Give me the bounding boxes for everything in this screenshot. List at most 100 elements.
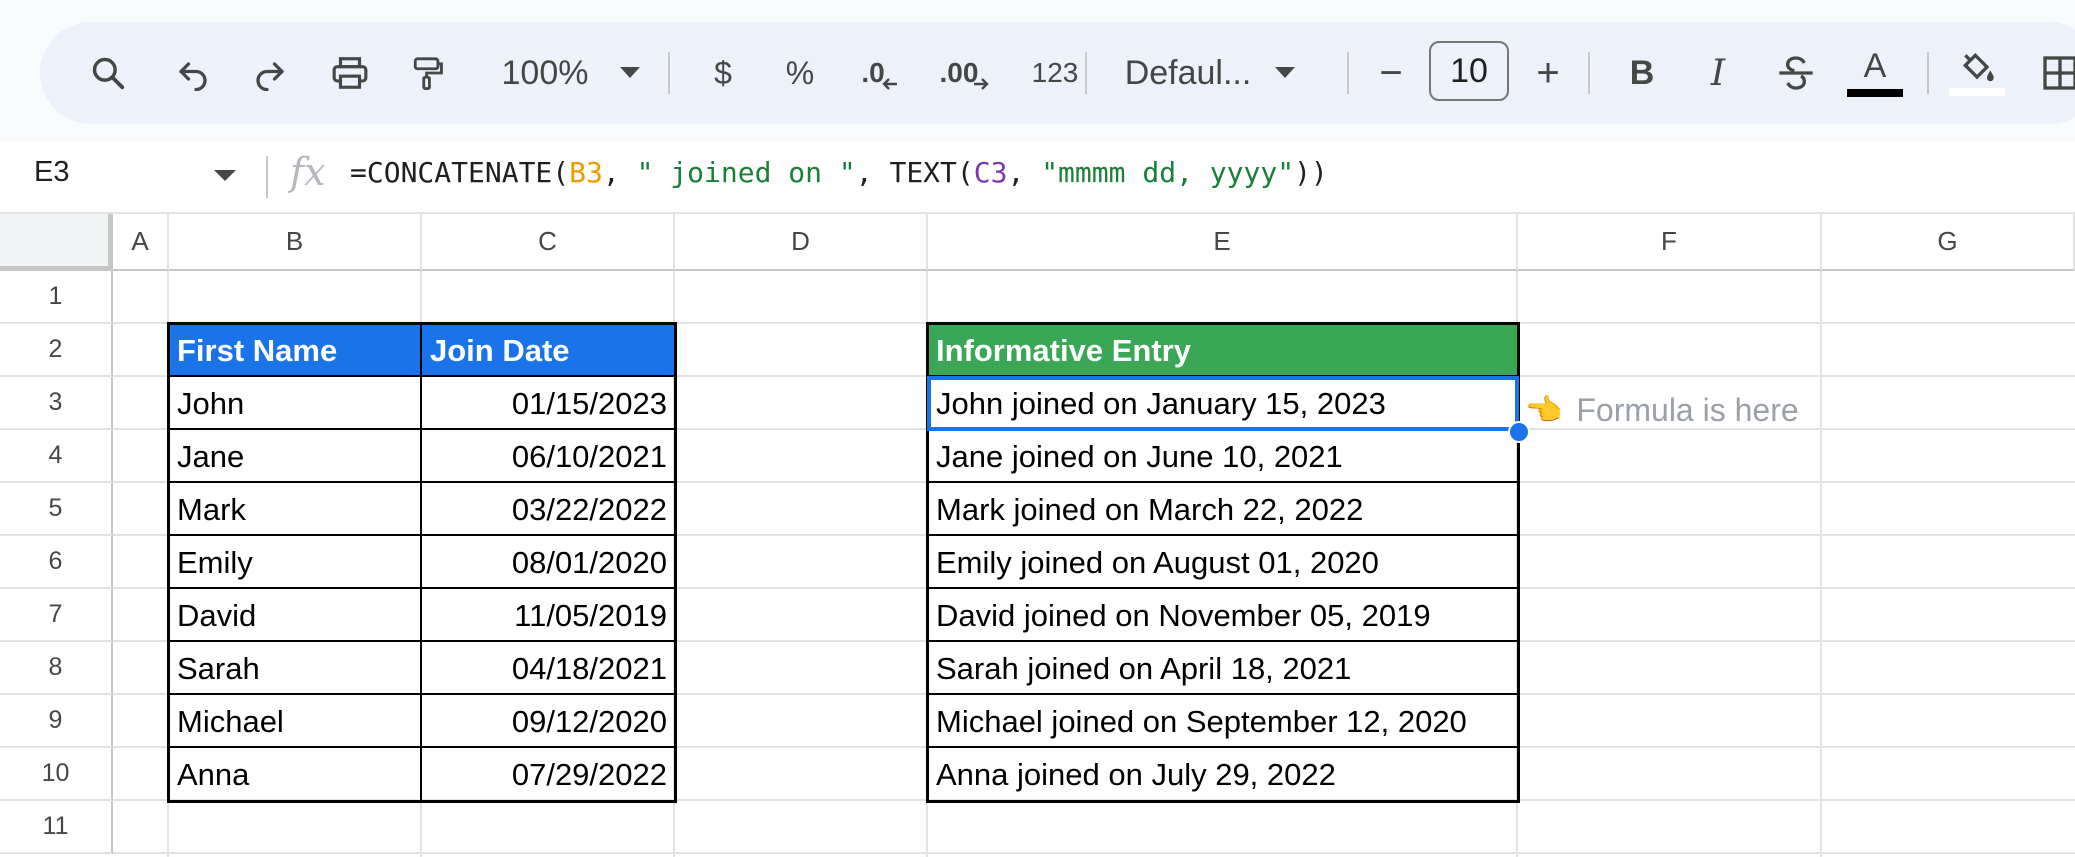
header-informative-entry[interactable]: Informative Entry [928,324,1518,377]
row-header-3[interactable]: 3 [0,377,113,430]
cell-join-date[interactable]: 03/22/2022 [422,483,675,536]
toolbar-divider [668,52,670,94]
cell-join-date[interactable]: 04/18/2021 [422,642,675,695]
italic-label: I [1710,52,1726,94]
row-header-6[interactable]: 6 [0,536,113,589]
number-format-label: 123 [1031,57,1079,88]
formula-bar: E3 fx =CONCATENATE(B3, " joined on ", TE… [0,142,2075,214]
cell-informative-entry[interactable]: Anna joined on July 29, 2022 [928,748,1518,801]
cell-first-name[interactable]: Emily [169,536,422,589]
column-header-e[interactable]: E [928,214,1518,271]
formula-annotation: 👈 Formula is here [1525,385,1799,435]
percent-label: % [785,54,815,91]
font-family-select[interactable]: Defaul... [1118,22,1258,124]
select-all-corner[interactable] [0,214,113,271]
row-header-1[interactable]: 1 [0,271,113,324]
row-header-11[interactable]: 11 [0,801,113,854]
cell-first-name[interactable]: Sarah [169,642,422,695]
arrow-left-icon [881,78,897,90]
cell-first-name[interactable]: Anna [169,748,422,801]
formula-part: , [602,156,637,189]
text-color-label: A [1863,47,1887,85]
cell-informative-entry[interactable]: Mark joined on March 22, 2022 [928,483,1518,536]
cell-join-date[interactable]: 06/10/2021 [422,430,675,483]
gridline [113,852,2075,854]
row-header-2[interactable]: 2 [0,324,113,377]
bold-icon[interactable]: B [1614,22,1670,124]
font-size-input[interactable]: 10 [1429,41,1509,101]
row-header-4[interactable]: 4 [0,430,113,483]
zoom-select[interactable]: 100% [485,22,605,124]
toolbar-divider [1927,52,1929,94]
fill-color-icon[interactable] [1945,22,2009,124]
row-header-9[interactable]: 9 [0,695,113,748]
column-header-d[interactable]: D [675,214,928,271]
row-header-8[interactable]: 8 [0,642,113,695]
table1-divider [169,587,675,589]
row-header-7[interactable]: 7 [0,589,113,642]
zoom-caret-icon[interactable] [610,22,650,124]
cell-informative-entry[interactable]: Jane joined on June 10, 2021 [928,430,1518,483]
cell-join-date[interactable]: 07/29/2022 [422,748,675,801]
header-join-date[interactable]: Join Date [422,324,675,377]
column-header-b[interactable]: B [169,214,422,271]
formula-part: , [1007,156,1042,189]
text-color-swatch [1847,89,1903,97]
cell-join-date[interactable]: 11/05/2019 [422,589,675,642]
formula-part: )) [1294,156,1328,189]
currency-label: $ [714,54,732,91]
header-first-name[interactable]: First Name [169,324,422,377]
increase-decimal-button[interactable]: .00 [930,22,1000,124]
name-box-caret-icon[interactable] [214,170,236,181]
italic-icon[interactable]: I [1690,22,1746,124]
strikethrough-icon[interactable] [1768,22,1824,124]
cell-join-date[interactable]: 01/15/2023 [422,377,675,430]
increase-font-label: + [1536,50,1560,95]
undo-icon[interactable] [165,22,221,124]
number-format-button[interactable]: 123 [1015,22,1095,124]
decrease-decimal-button[interactable]: .0 [850,22,910,124]
percent-format-button[interactable]: % [772,22,828,124]
toolbar-divider [1588,52,1590,94]
table2-divider [928,534,1518,536]
cell-join-date[interactable]: 08/01/2020 [422,536,675,589]
annotation-text: Formula is here [1576,391,1799,428]
redo-icon[interactable] [242,22,298,124]
cell-first-name[interactable]: Michael [169,695,422,748]
cell-join-date[interactable]: 09/12/2020 [422,695,675,748]
bold-label: B [1629,53,1655,92]
borders-icon[interactable] [2040,22,2075,124]
cell-informative-entry[interactable]: Emily joined on August 01, 2020 [928,536,1518,589]
fill-color-swatch [1949,88,2005,96]
cell-informative-entry[interactable]: David joined on November 05, 2019 [928,589,1518,642]
table1-divider [169,428,675,430]
column-header-a[interactable]: A [113,214,169,271]
cell-first-name[interactable]: Mark [169,483,422,536]
font-caret-icon[interactable] [1265,22,1305,124]
table1-divider [169,481,675,483]
table2-divider [928,693,1518,695]
row-header-10[interactable]: 10 [0,748,113,801]
cell-informative-entry[interactable]: Michael joined on September 12, 2020 [928,695,1518,748]
formula-bar-divider [266,156,268,198]
cell-first-name[interactable]: John [169,377,422,430]
print-icon[interactable] [322,22,378,124]
column-header-c[interactable]: C [422,214,675,271]
search-icon[interactable] [80,22,136,124]
formula-input[interactable]: =CONCATENATE(B3, " joined on ", TEXT(C3,… [350,156,1328,189]
increase-font-size-button[interactable]: + [1524,22,1572,124]
name-box[interactable]: E3 [34,156,69,189]
column-header-f[interactable]: F [1518,214,1822,271]
cell-first-name[interactable]: David [169,589,422,642]
text-color-icon[interactable]: A [1845,22,1905,124]
gridline [1820,271,1822,857]
table1-divider [169,693,675,695]
decrease-font-size-button[interactable]: − [1367,22,1415,124]
formula-string: "mmmm dd, yyyy" [1041,156,1295,189]
cell-informative-entry[interactable]: Sarah joined on April 18, 2021 [928,642,1518,695]
row-header-5[interactable]: 5 [0,483,113,536]
paint-format-icon[interactable] [400,22,456,124]
currency-format-button[interactable]: $ [695,22,751,124]
cell-first-name[interactable]: Jane [169,430,422,483]
column-header-g[interactable]: G [1822,214,2075,271]
